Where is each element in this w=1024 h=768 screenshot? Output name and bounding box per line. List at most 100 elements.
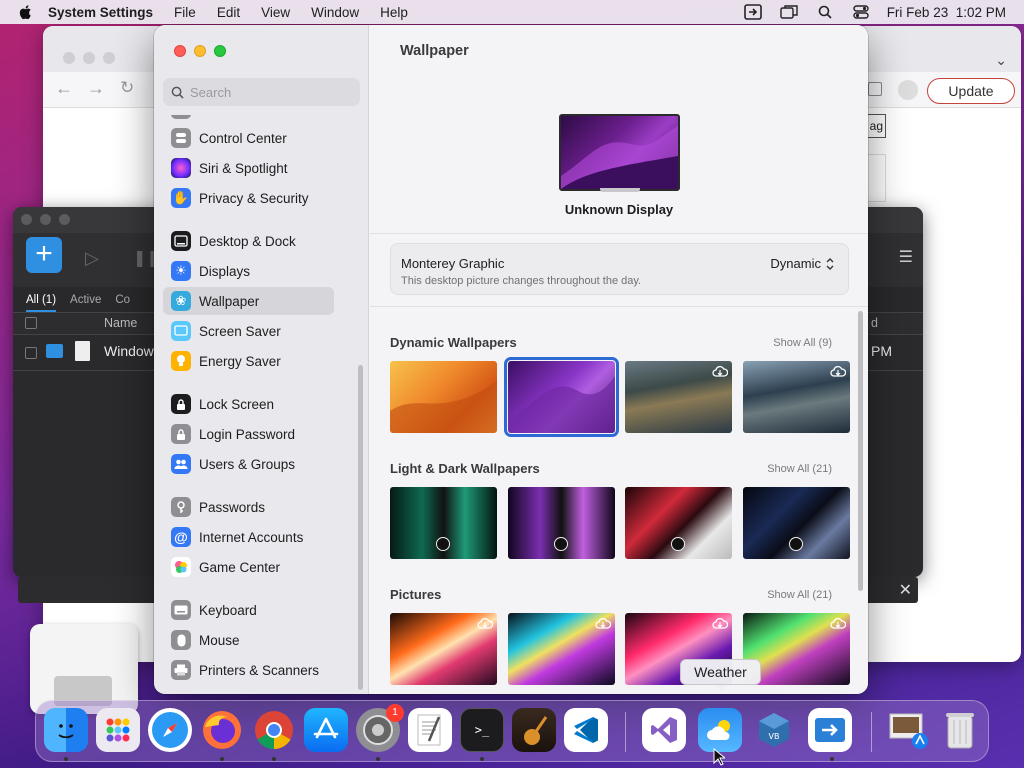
migration-status-icon[interactable] [743, 4, 763, 20]
sidebar-item-partial[interactable] [171, 115, 191, 119]
garageband-icon[interactable] [512, 708, 556, 752]
sidebar-item-login-password[interactable]: Login Password [163, 420, 344, 448]
chrome-icon[interactable] [252, 708, 296, 752]
menu-app-name[interactable]: System Settings [48, 5, 153, 20]
sidebar-item-internet-accounts[interactable]: @ Internet Accounts [163, 523, 344, 551]
profile-icon[interactable] [898, 80, 918, 100]
select-all-checkbox[interactable] [25, 317, 37, 329]
system-settings-icon[interactable]: 1 [356, 704, 404, 752]
migration-assistant-icon[interactable] [808, 708, 852, 752]
add-task-button[interactable]: + [26, 237, 62, 273]
minimize-window-button[interactable] [194, 45, 206, 57]
wallpaper-thumb-imac-green[interactable] [390, 487, 497, 559]
zoom-window-button[interactable] [214, 45, 226, 57]
page-title: Wallpaper [400, 43, 469, 59]
sidebar-item-desktop-dock[interactable]: Desktop & Dock [163, 227, 344, 255]
wallpaper-thumb-picture-1[interactable] [390, 613, 497, 685]
sidebar-item-game-center[interactable]: Game Center [163, 553, 344, 581]
lock-icon [171, 424, 191, 444]
wallpaper-thumb-macbook-blue[interactable] [743, 487, 850, 559]
menu-edit[interactable]: Edit [217, 5, 240, 20]
svg-text:VB: VB [769, 732, 780, 741]
sidebar-scrollbar[interactable] [358, 365, 363, 690]
wallpaper-thumb-macbook-red[interactable] [625, 487, 732, 559]
close-icon[interactable]: ✕ [899, 580, 912, 600]
sidebar-item-energy-saver[interactable]: Energy Saver [163, 347, 344, 375]
virtualbox-icon[interactable]: VB [752, 708, 796, 752]
forward-arrow-icon[interactable]: → [87, 78, 105, 99]
weather-icon[interactable] [698, 708, 742, 752]
firefox-icon[interactable] [200, 708, 244, 752]
wallpaper-thumb-monterey-selected[interactable] [504, 357, 619, 437]
sidebar-item-passwords[interactable]: Passwords [163, 493, 344, 521]
sidebar-item-lock-screen[interactable]: Lock Screen [163, 390, 344, 418]
show-all-pictures-button[interactable]: Show All (21) [767, 589, 832, 601]
menubar-clock[interactable]: Fri Feb 23 1:02 PM [887, 5, 1006, 20]
menu-file[interactable]: File [174, 5, 196, 20]
app-store-icon[interactable] [304, 708, 348, 752]
menu-view[interactable]: View [261, 5, 290, 20]
tab-active[interactable]: Active [70, 294, 101, 306]
spotlight-search-icon[interactable] [815, 4, 835, 20]
sidebar-item-wallpaper[interactable]: ❀ Wallpaper [163, 287, 334, 315]
apple-logo-icon[interactable] [18, 4, 34, 20]
close-window-button[interactable] [174, 45, 186, 57]
finder-icon[interactable] [44, 708, 88, 752]
sidebar-item-label: Wallpaper [199, 293, 260, 309]
wallpaper-pane: Wallpaper Unknown Display Monterey Graph… [370, 25, 868, 694]
terminal-icon[interactable]: >_ [460, 708, 504, 752]
divider [370, 306, 868, 307]
wallpaper-thumb-ventura[interactable] [390, 361, 497, 433]
wallpaper-thumb-imac-purple[interactable] [508, 487, 615, 559]
appearance-mode-popup[interactable]: Dynamic [770, 256, 834, 271]
visual-studio-icon[interactable] [642, 708, 686, 752]
running-indicator [480, 757, 484, 761]
row-filename: Window [104, 343, 154, 359]
content-scrollbar[interactable] [858, 311, 863, 591]
control-center-icon[interactable] [851, 4, 871, 20]
sidebar-search-field[interactable] [163, 78, 360, 106]
launchpad-icon[interactable] [96, 708, 140, 752]
search-input[interactable] [190, 84, 350, 100]
sidebar-item-siri-spotlight[interactable]: Siri & Spotlight [163, 154, 344, 182]
sidebar-item-label: Login Password [199, 426, 296, 442]
monitor-stand [600, 188, 640, 192]
light-dark-mode-icon [789, 537, 803, 551]
wallpaper-thumb-picture-2[interactable] [508, 613, 615, 685]
tab-all[interactable]: All (1) [26, 294, 57, 312]
sidebar-item-printers-scanners[interactable]: Printers & Scanners [163, 656, 344, 684]
column-date-header[interactable]: d [871, 316, 878, 330]
tab-completed[interactable]: Co [115, 294, 130, 306]
sidebar-item-displays[interactable]: ☀ Displays [163, 257, 344, 285]
cloud-download-icon [830, 365, 847, 380]
vscode-icon[interactable] [564, 708, 608, 752]
browser-update-button[interactable]: Update [927, 78, 1015, 104]
safari-icon[interactable] [148, 708, 192, 752]
screen-mirroring-icon[interactable] [779, 4, 799, 20]
play-icon[interactable]: ▷ [85, 248, 99, 269]
downloads-stack-icon[interactable] [886, 708, 930, 752]
reload-icon[interactable]: ↻ [120, 78, 134, 98]
sidebar-item-users-groups[interactable]: Users & Groups [163, 450, 344, 478]
sidebar-item-screen-saver[interactable]: Screen Saver [163, 317, 344, 345]
sidebar-item-keyboard[interactable]: Keyboard [163, 596, 344, 624]
sidebar-item-control-center[interactable]: Control Center [163, 124, 344, 152]
chevron-down-icon[interactable]: ⌄ [995, 52, 1007, 69]
sidebar-item-mouse[interactable]: Mouse [163, 626, 344, 654]
back-arrow-icon[interactable]: ← [55, 78, 73, 99]
sidebar-item-label: Internet Accounts [199, 529, 304, 545]
search-icon [171, 86, 184, 99]
sidebar-toggle-icon[interactable] [868, 82, 882, 96]
show-all-dynamic-button[interactable]: Show All (9) [773, 337, 832, 349]
wallpaper-thumb-catalina[interactable] [743, 361, 850, 433]
row-checkbox[interactable] [25, 347, 37, 359]
trash-icon[interactable] [938, 708, 982, 752]
menu-list-icon[interactable]: ☰ [899, 247, 913, 267]
wallpaper-thumb-big-sur[interactable] [625, 361, 732, 433]
sidebar-item-privacy-security[interactable]: ✋ Privacy & Security [163, 184, 344, 212]
show-all-light-dark-button[interactable]: Show All (21) [767, 463, 832, 475]
textedit-icon[interactable] [408, 708, 452, 752]
menu-help[interactable]: Help [380, 5, 408, 20]
column-name-header[interactable]: Name [104, 316, 137, 330]
menu-window[interactable]: Window [311, 5, 359, 20]
